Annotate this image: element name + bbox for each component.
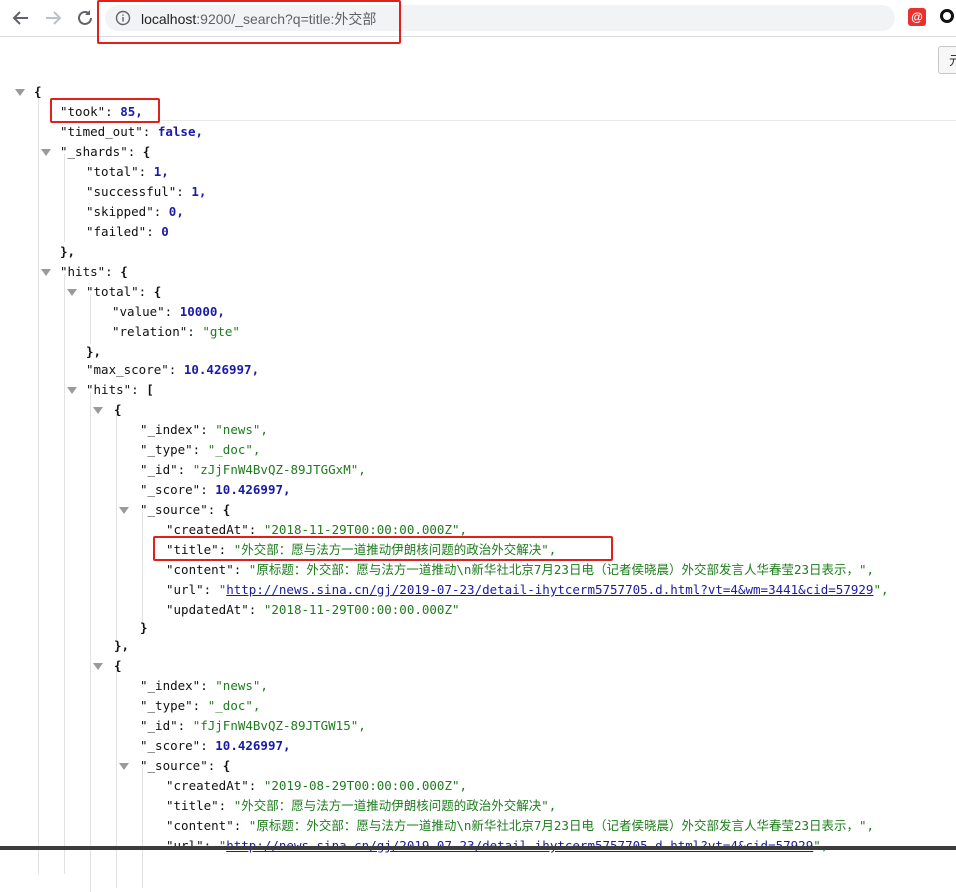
json-doc-close: },: [114, 638, 130, 653]
json-doc-content: "content": "原标题：外交部：愿与法方一道推动\n新华社北京7月23日…: [166, 818, 875, 833]
collapse-toggle-doc-2[interactable]: [93, 663, 103, 670]
json-doc-open: {: [114, 402, 122, 417]
collapse-toggle-source-2[interactable]: [119, 763, 129, 770]
collapse-toggle-hits[interactable]: [41, 269, 51, 276]
json-shards-total: "total": 1,: [86, 164, 169, 179]
json-doc-open: {: [114, 658, 122, 673]
collapse-toggle-shards[interactable]: [41, 149, 51, 156]
collapse-toggle-doc-1[interactable]: [93, 407, 103, 414]
json-shards-line: "_shards": {: [60, 144, 151, 159]
json-doc-title: "title": "外交部：愿与法方一道推动伊朗核问题的政治外交解决",: [166, 798, 557, 813]
json-shards-successful: "successful": 1,: [86, 184, 207, 199]
json-source-close: }: [140, 620, 148, 635]
title-highlight-box: [153, 536, 613, 561]
collapse-toggle-source-1[interactable]: [119, 507, 129, 514]
json-doc-type: "_type": "_doc",: [140, 442, 261, 457]
json-max-score: "max_score": 10.426997,: [86, 362, 260, 377]
json-doc-score: "_score": 10.426997,: [140, 738, 291, 753]
collapse-toggle-hits-array[interactable]: [67, 387, 77, 394]
collapse-toggle-root[interactable]: [15, 89, 25, 96]
back-arrow-icon[interactable]: [10, 7, 32, 29]
json-hits-relation: "relation": "gte": [112, 324, 240, 339]
json-hits-total-line: "total": {: [86, 284, 162, 299]
json-doc-id: "_id": "zJjFnW4BvQZ-89JTGGxM",: [140, 462, 366, 477]
reload-icon[interactable]: [74, 7, 96, 29]
json-hits-array-line: "hits": [: [86, 382, 154, 397]
json-shards-failed: "failed": 0: [86, 224, 169, 239]
json-doc-content: "content": "原标题：外交部：愿与法方一道推动\n新华社北京7月23日…: [166, 562, 875, 577]
json-hits-line: "hits": {: [60, 264, 128, 279]
window-bottom-edge: [0, 846, 956, 850]
collapse-toggle-hits-total[interactable]: [67, 289, 77, 296]
url-highlight-box: [97, 0, 401, 44]
forward-arrow-icon[interactable]: [42, 7, 64, 29]
json-timed-out-line: "timed_out": false,: [60, 124, 203, 139]
json-doc-created: "createdAt": "2019-08-29T00:00:00.000Z",: [166, 778, 468, 793]
json-doc-type: "_type": "_doc",: [140, 698, 261, 713]
json-doc-url: "url": "http://news.sina.cn/gj/2019-07-2…: [166, 582, 889, 597]
json-doc-score: "_score": 10.426997,: [140, 482, 291, 497]
took-highlight-box: [50, 98, 160, 123]
json-doc-index: "_index": "news",: [140, 678, 268, 693]
json-shards-skipped: "skipped": 0,: [86, 204, 184, 219]
json-open-brace: {: [34, 84, 42, 99]
json-doc-source: "_source": {: [140, 502, 231, 517]
json-doc-id: "_id": "fJjFnW4BvQZ-89JTGW15",: [140, 718, 366, 733]
doc-url-link[interactable]: http://news.sina.cn/gj/2019-07-23/detail…: [226, 582, 873, 597]
profile-icon[interactable]: [940, 9, 954, 23]
side-button[interactable]: 元: [938, 46, 956, 74]
json-doc-updated: "updatedAt": "2018-11-29T00:00:00.000Z": [166, 602, 460, 617]
extension-icon[interactable]: @: [908, 8, 926, 26]
json-doc-source: "_source": {: [140, 758, 231, 773]
json-shards-close: },: [60, 244, 76, 259]
json-hits-value: "value": 10000,: [112, 304, 225, 319]
json-hits-total-close: },: [86, 344, 102, 359]
json-doc-index: "_index": "news",: [140, 422, 268, 437]
